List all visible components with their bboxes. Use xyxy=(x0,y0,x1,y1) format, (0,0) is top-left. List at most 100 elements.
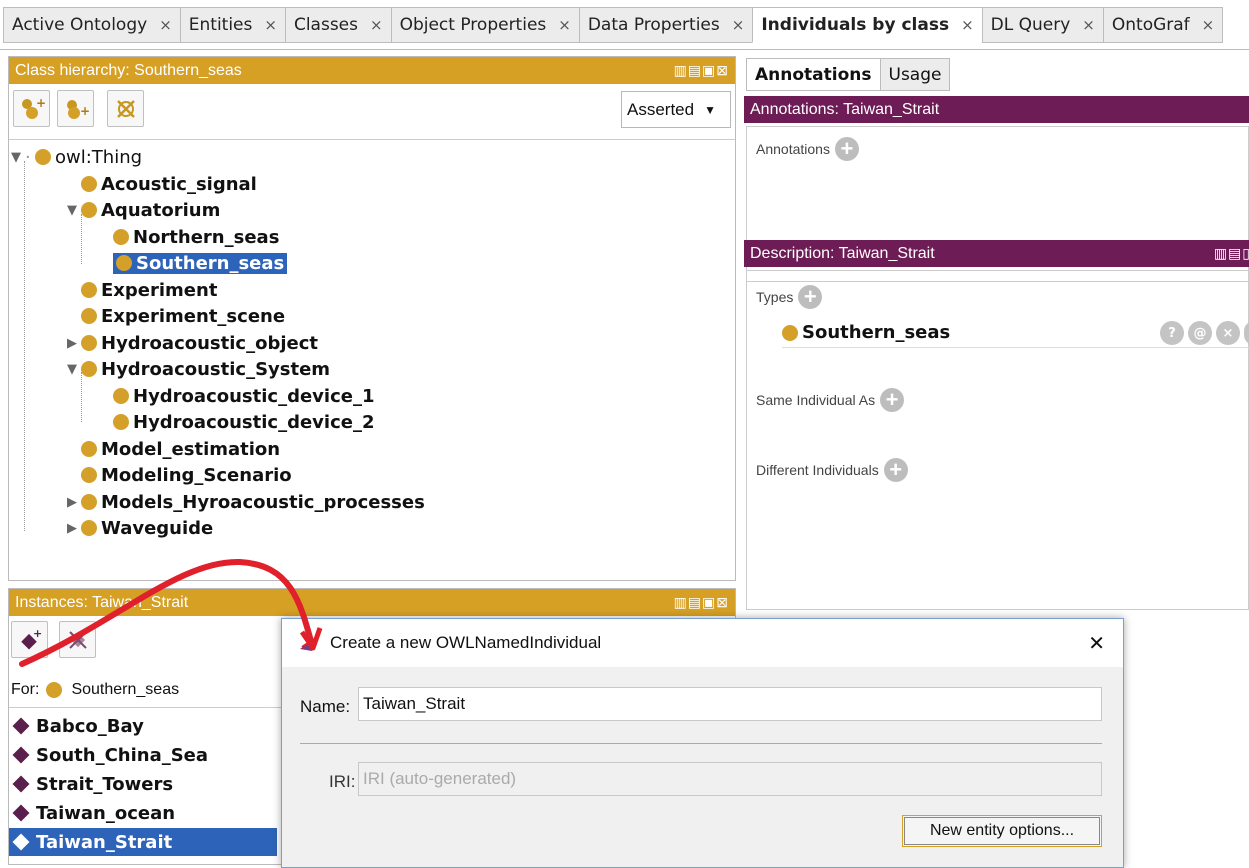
add-annotation-icon[interactable]: + xyxy=(834,137,859,161)
tree-node-owl-thing[interactable]: ▼ · owl:Thing xyxy=(11,144,142,170)
tab-object-properties[interactable]: Object Properties × xyxy=(390,7,579,43)
tree-node[interactable]: Experiment xyxy=(81,277,217,303)
annotate-icon[interactable]: @ xyxy=(1188,321,1212,345)
panel-controls-icon[interactable]: ▥▤▣⊠ xyxy=(674,589,729,616)
class-icon xyxy=(81,520,97,536)
class-label: Hydroacoustic_System xyxy=(101,358,331,380)
class-hierarchy-panel: Class hierarchy: Southern_seas ▥▤▣⊠ + + … xyxy=(8,56,736,581)
delete-individual-button[interactable] xyxy=(59,621,97,658)
tree-node[interactable]: Experiment_scene xyxy=(81,303,285,329)
create-individual-dialog: Create a new OWLNamedIndividual ✕ Name: … xyxy=(281,618,1124,868)
new-entity-options-button[interactable]: New entity options... xyxy=(902,815,1102,847)
class-label: Northern_seas xyxy=(133,226,280,248)
add-individual-icon: + xyxy=(20,628,42,649)
class-icon xyxy=(782,324,798,341)
tab-classes[interactable]: Classes × xyxy=(284,7,391,43)
individual-label: South_China_Sea xyxy=(36,744,209,766)
panel-title: Description: Taiwan_Strait xyxy=(750,245,935,262)
tree-node[interactable]: Northern_seas xyxy=(113,224,279,250)
explain-icon[interactable]: ? xyxy=(1160,321,1184,345)
panel-controls-icon[interactable]: ▥▤▣⊠ xyxy=(674,57,729,84)
add-subclass-button[interactable]: + xyxy=(13,90,50,127)
annotations-label: Annotations xyxy=(756,141,830,157)
class-icon xyxy=(81,361,97,377)
tab-label: OntoGraf xyxy=(1111,15,1190,35)
class-icon xyxy=(113,388,129,404)
tree-node[interactable]: Modeling_Scenario xyxy=(81,462,292,488)
collapsed-arrow-icon[interactable]: ▶ xyxy=(67,336,81,351)
class-icon xyxy=(81,467,97,483)
tree-node-selected[interactable]: Southern_seas xyxy=(113,250,288,276)
add-different-individual-icon[interactable]: + xyxy=(883,458,908,482)
dialog-titlebar: Create a new OWLNamedIndividual ✕ xyxy=(282,619,1123,667)
close-icon[interactable]: × xyxy=(961,16,974,34)
list-item[interactable]: South_China_Sea xyxy=(9,741,277,769)
delete-icon[interactable]: × xyxy=(1216,321,1240,345)
tree-node[interactable]: Hydroacoustic_device_1 xyxy=(113,383,374,409)
class-label: Experiment xyxy=(101,279,218,301)
types-label: Types xyxy=(756,289,794,305)
tree-node[interactable]: ▶ Waveguide xyxy=(67,515,213,541)
class-label: Acoustic_signal xyxy=(101,173,257,195)
tab-label: Individuals by class xyxy=(761,15,950,35)
tree-node[interactable]: Model_estimation xyxy=(81,436,280,462)
individual-label: Babco_Bay xyxy=(36,715,144,737)
add-same-individual-icon[interactable]: + xyxy=(880,388,905,412)
expanded-arrow-icon[interactable]: ▼ xyxy=(11,150,25,165)
tree-node[interactable]: ▼ Hydroacoustic_System xyxy=(67,356,330,382)
instances-toolbar: + xyxy=(11,621,97,658)
tab-individuals-by-class[interactable]: Individuals by class × xyxy=(752,7,982,43)
chevron-down-icon: ▼ xyxy=(704,102,716,117)
panel-controls-icon[interactable]: ▥▤▯ xyxy=(1214,240,1249,267)
list-item[interactable]: Taiwan_ocean xyxy=(9,799,277,827)
list-item[interactable]: Babco_Bay xyxy=(9,712,277,740)
tab-bar: Active Ontology × Entities × Classes × Obje… xyxy=(0,0,1249,50)
tab-label: DL Query xyxy=(990,15,1071,35)
close-icon[interactable]: × xyxy=(264,16,277,34)
delete-class-button[interactable] xyxy=(107,90,145,127)
add-type-icon[interactable]: + xyxy=(798,285,823,309)
collapsed-arrow-icon[interactable]: ▶ xyxy=(67,521,81,536)
collapsed-arrow-icon[interactable]: ▶ xyxy=(67,495,81,510)
tree-node[interactable]: ▶ Hydroacoustic_object xyxy=(67,330,318,356)
expanded-arrow-icon[interactable]: ▼ xyxy=(67,362,81,377)
expanded-arrow-icon[interactable]: ▼ xyxy=(67,203,81,218)
close-icon[interactable]: × xyxy=(1202,16,1215,34)
different-individuals-label: Different Individuals xyxy=(756,462,879,478)
protege-icon xyxy=(300,637,316,651)
tab-annotations[interactable]: Annotations xyxy=(746,58,881,91)
instances-header: Instances: Taiwan_Strait ▥▤▣⊠ xyxy=(9,589,735,616)
class-toolbar: + + xyxy=(13,90,145,127)
tab-usage[interactable]: Usage xyxy=(880,58,951,91)
description-header: Description: Taiwan_Strait ▥▤▯ xyxy=(744,240,1249,267)
close-icon[interactable]: × xyxy=(558,16,571,34)
type-row[interactable]: Southern_seas ? @ × xyxy=(782,318,1249,348)
list-item-selected[interactable]: Taiwan_Strait xyxy=(9,828,277,856)
tab-ontograf[interactable]: OntoGraf × xyxy=(1102,7,1224,43)
add-sibling-button[interactable]: + xyxy=(57,90,95,127)
close-icon[interactable]: × xyxy=(370,16,383,34)
panel-title: Class hierarchy: Southern_seas xyxy=(15,62,242,79)
tree-node[interactable]: Hydroacoustic_device_2 xyxy=(113,409,374,435)
list-item[interactable]: Strait_Towers xyxy=(9,770,277,798)
add-individual-button[interactable]: + xyxy=(11,621,48,658)
tab-active-ontology[interactable]: Active Ontology × xyxy=(3,7,180,43)
tab-dl-query[interactable]: DL Query × xyxy=(981,7,1103,43)
tab-entities[interactable]: Entities × xyxy=(179,7,285,43)
tree-node[interactable]: ▶ Models_Hyroacoustic_processes xyxy=(67,489,425,515)
tree-node[interactable]: ▼ Aquatorium xyxy=(67,197,220,223)
individual-icon xyxy=(12,775,30,793)
close-icon[interactable]: ✕ xyxy=(1088,631,1105,656)
edit-icon[interactable] xyxy=(1244,321,1249,345)
tab-label: Object Properties xyxy=(399,15,547,35)
close-icon[interactable]: × xyxy=(732,16,745,34)
name-field[interactable]: Taiwan_Strait xyxy=(358,687,1102,721)
close-icon[interactable]: × xyxy=(159,16,172,34)
asserted-dropdown[interactable]: Asserted ▼ xyxy=(621,91,731,128)
tab-data-properties[interactable]: Data Properties × xyxy=(578,7,753,43)
tree-node[interactable]: Acoustic_signal xyxy=(81,171,257,197)
close-icon[interactable]: × xyxy=(1082,16,1095,34)
svg-text:+: + xyxy=(33,628,42,640)
class-tree: ▼ · owl:Thing Acoustic_signal ▼ Aquatorium … xyxy=(9,139,735,579)
class-label: Aquatorium xyxy=(101,199,221,221)
